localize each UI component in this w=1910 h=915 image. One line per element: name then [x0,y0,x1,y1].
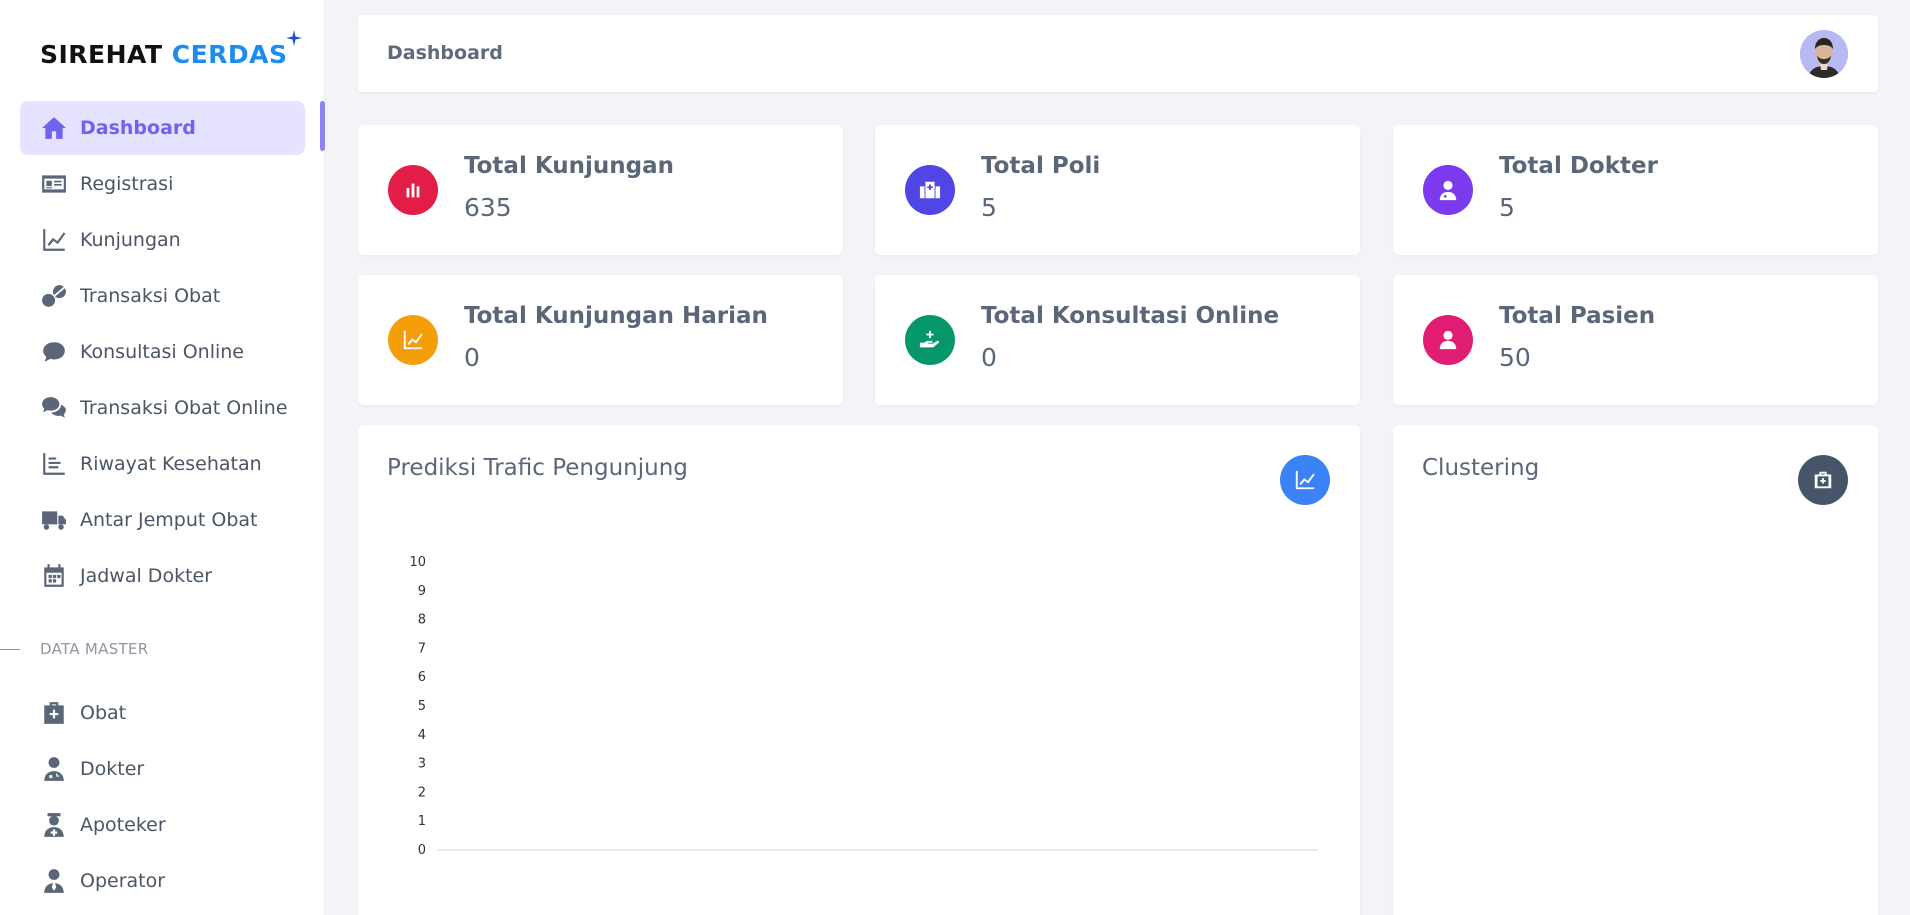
pharmacist-icon [40,811,68,839]
traffic-chart: 109876543210 [409,555,1318,858]
stat-card-total-konsultasi-online: Total Konsultasi Online 0 [875,275,1360,405]
sidebar-item-kunjungan[interactable]: Kunjungan [20,213,305,267]
y-tick-label: 7 [418,641,426,656]
stat-title: Total Kunjungan [464,153,674,179]
sidebar-item-label: Konsultasi Online [80,341,244,363]
medkit-icon [40,699,68,727]
sidebar-item-registrasi[interactable]: Registrasi [20,157,305,211]
home-icon [40,114,68,142]
line-chart-icon [1295,470,1315,490]
sidebar-item-label: Dokter [80,758,145,780]
stat-card-total-pasien: Total Pasien 50 [1393,275,1878,405]
stat-title: Total Pasien [1499,303,1656,329]
doctor-icon [1423,165,1473,215]
clustering-panel: Clustering [1393,425,1878,915]
panel-title: Clustering [1422,455,1540,481]
sidebar-item-label: Apoteker [80,814,166,836]
stat-title: Total Dokter [1499,153,1658,179]
operator-icon [40,867,68,895]
traffic-prediction-panel: Prediksi Trafic Pengunjung 10 9 8 7 6 5 4 3 2 1 0 [358,425,1360,915]
sidebar-item-operator[interactable]: Operator [20,854,305,908]
y-tick-label: 6 [418,670,426,685]
stat-card-total-poli: Total Poli 5 [875,125,1360,255]
y-tick-label: 4 [418,728,426,743]
stat-value: 0 [981,343,997,372]
sidebar-item-label: Kunjungan [80,229,181,251]
sidebar-item-label: Obat [80,702,127,724]
sidebar-item-label: Dashboard [80,117,196,139]
y-tick-label: 5 [418,699,426,714]
sidebar-item-transaksi-obat[interactable]: Transaksi Obat [20,269,305,323]
truck-icon [40,506,68,534]
section-divider [0,649,20,650]
main-menu: Dashboard Registrasi Kunjungan Transaksi… [20,101,305,605]
sidebar-item-jadwal-dokter[interactable]: Jadwal Dokter [20,549,305,603]
y-tick-label: 10 [409,555,426,570]
sidebar-item-antar-jemput-obat[interactable]: Antar Jemput Obat [20,493,305,547]
clustering-panel-button[interactable] [1798,455,1848,505]
brand-part2: CERDAS [171,40,288,69]
sidebar-item-label: Jadwal Dokter [80,565,213,587]
sidebar-item-transaksi-obat-online[interactable]: Transaksi Obat Online [20,381,305,435]
sidebar-item-dokter[interactable]: Dokter [20,742,305,796]
sidebar-item-konsultasi-online[interactable]: Konsultasi Online [20,325,305,379]
hospital-icon [905,165,955,215]
medkit-icon [1814,471,1832,489]
stat-card-total-kunjungan: Total Kunjungan 635 [358,125,843,255]
sidebar: SIREHAT CERDAS Dashboard Registrasi Kunj… [0,0,325,915]
bar-chart-icon [388,165,438,215]
stat-title: Total Poli [981,153,1101,179]
traffic-panel-button[interactable] [1280,455,1330,505]
stat-title: Total Konsultasi Online [981,303,1280,329]
y-tick-label: 2 [418,785,426,800]
top-bar: Dashboard [358,15,1878,92]
y-tick-label: 8 [418,613,426,628]
line-chart-icon [40,226,68,254]
panel-title: Prediksi Trafic Pengunjung [387,455,688,481]
brand-part1: SIREHAT [40,40,163,69]
stat-value: 635 [464,193,512,222]
avatar[interactable] [1800,30,1848,78]
sidebar-item-dashboard[interactable]: Dashboard [20,101,305,155]
comments-icon [40,394,68,422]
line-chart-icon [388,315,438,365]
hand-plus-icon [905,315,955,365]
stat-card-total-kunjungan-harian: Total Kunjungan Harian 0 [358,275,843,405]
sidebar-item-label: Registrasi [80,173,174,195]
sidebar-item-label: Antar Jemput Obat [80,509,258,531]
doctor-icon [40,755,68,783]
sparkle-icon [285,30,302,46]
user-icon [1423,315,1473,365]
y-tick-label: 0 [418,843,426,858]
stat-title: Total Kunjungan Harian [464,303,768,329]
sidebar-item-label: Operator [80,870,166,892]
stat-value: 0 [464,343,480,372]
sidebar-item-apoteker[interactable]: Apoteker [20,798,305,852]
stat-value: 5 [981,193,997,222]
sidebar-item-label: Riwayat Kesehatan [80,453,262,475]
breadcrumb: Dashboard [387,42,503,64]
list-chart-icon [40,450,68,478]
y-tick-label: 1 [418,814,426,829]
y-tick-label: 3 [418,757,426,772]
id-card-icon [40,170,68,198]
sidebar-item-riwayat-kesehatan[interactable]: Riwayat Kesehatan [20,437,305,491]
pills-icon [40,282,68,310]
brand-logo[interactable]: SIREHAT CERDAS [40,30,302,69]
master-menu: Obat Dokter Apoteker Operator [20,686,305,910]
comment-icon [40,338,68,366]
user-avatar-icon [1800,30,1848,78]
y-tick-label: 9 [418,584,426,599]
sidebar-item-label: Transaksi Obat Online [80,397,288,419]
stat-card-total-dokter: Total Dokter 5 [1393,125,1878,255]
sidebar-item-obat[interactable]: Obat [20,686,305,740]
sidebar-item-label: Transaksi Obat [80,285,221,307]
stat-value: 50 [1499,343,1531,372]
active-indicator [320,101,325,151]
stat-value: 5 [1499,193,1515,222]
calendar-icon [40,562,68,590]
section-title-data-master: DATA MASTER [40,640,149,658]
